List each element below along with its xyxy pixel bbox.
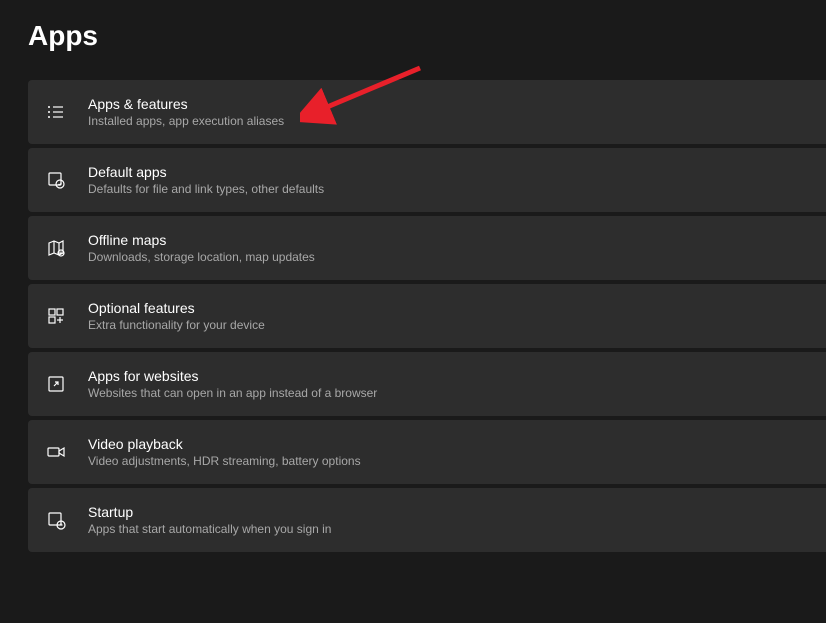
settings-item-default-apps[interactable]: Default apps Defaults for file and link …: [28, 148, 826, 212]
item-text: Default apps Defaults for file and link …: [88, 164, 324, 196]
settings-item-offline-maps[interactable]: Offline maps Downloads, storage location…: [28, 216, 826, 280]
settings-list: Apps & features Installed apps, app exec…: [28, 80, 826, 552]
item-title: Default apps: [88, 164, 324, 180]
settings-item-video-playback[interactable]: Video playback Video adjustments, HDR st…: [28, 420, 826, 484]
item-title: Apps & features: [88, 96, 284, 112]
video-icon: [46, 442, 66, 462]
item-text: Startup Apps that start automatically wh…: [88, 504, 331, 536]
item-title: Optional features: [88, 300, 265, 316]
item-title: Apps for websites: [88, 368, 377, 384]
item-title: Video playback: [88, 436, 361, 452]
open-external-icon: [46, 374, 66, 394]
item-text: Apps for websites Websites that can open…: [88, 368, 377, 400]
item-text: Offline maps Downloads, storage location…: [88, 232, 315, 264]
item-title: Startup: [88, 504, 331, 520]
grid-plus-icon: [46, 306, 66, 326]
settings-item-apps-websites[interactable]: Apps for websites Websites that can open…: [28, 352, 826, 416]
map-icon: [46, 238, 66, 258]
item-desc: Installed apps, app execution aliases: [88, 114, 284, 128]
item-desc: Extra functionality for your device: [88, 318, 265, 332]
settings-item-optional-features[interactable]: Optional features Extra functionality fo…: [28, 284, 826, 348]
list-icon: [46, 102, 66, 122]
item-text: Apps & features Installed apps, app exec…: [88, 96, 284, 128]
settings-item-apps-features[interactable]: Apps & features Installed apps, app exec…: [28, 80, 826, 144]
item-text: Video playback Video adjustments, HDR st…: [88, 436, 361, 468]
settings-item-startup[interactable]: Startup Apps that start automatically wh…: [28, 488, 826, 552]
default-apps-icon: [46, 170, 66, 190]
item-desc: Websites that can open in an app instead…: [88, 386, 377, 400]
item-desc: Defaults for file and link types, other …: [88, 182, 324, 196]
page-title: Apps: [28, 20, 826, 52]
startup-icon: [46, 510, 66, 530]
item-desc: Apps that start automatically when you s…: [88, 522, 331, 536]
item-text: Optional features Extra functionality fo…: [88, 300, 265, 332]
item-desc: Video adjustments, HDR streaming, batter…: [88, 454, 361, 468]
item-title: Offline maps: [88, 232, 315, 248]
item-desc: Downloads, storage location, map updates: [88, 250, 315, 264]
